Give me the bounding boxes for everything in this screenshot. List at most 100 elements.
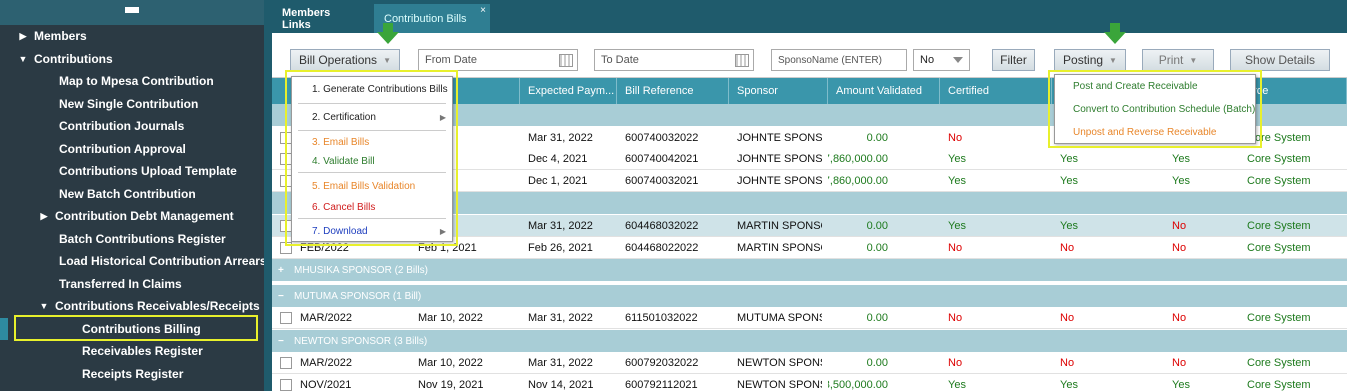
cell-source: Core System	[1247, 175, 1311, 187]
sidebar-item-new-batch-contribution[interactable]: New Batch Contribution	[0, 183, 264, 205]
sidebar-item-debt-management[interactable]: ▶ Contribution Debt Management	[0, 205, 264, 227]
button-label: Filter	[1000, 53, 1027, 67]
column-header-expected-payment[interactable]: Expected Paym...	[520, 78, 617, 104]
cell-ref: 600740042021	[625, 153, 699, 165]
sidebar-item-label: Transferred In Claims	[59, 277, 182, 291]
chevron-down-icon: ▼	[1189, 55, 1198, 65]
menu-toggle-button[interactable]	[0, 0, 264, 25]
sidebar-item-contributions[interactable]: ▼ Contributions	[0, 48, 264, 70]
group-label: MHUSIKA SPONSOR (2 Bills)	[294, 264, 428, 276]
row-checkbox[interactable]	[280, 357, 292, 369]
button-label: Print	[1158, 53, 1184, 67]
sidebar-item-members[interactable]: ▶ Members	[0, 25, 264, 47]
group-row-mutuma[interactable]: − MUTUMA SPONSOR (1 Bill)	[272, 285, 1347, 307]
cell-expected: Feb 26, 2021	[528, 242, 593, 254]
highlight-box	[1048, 70, 1262, 148]
sidebar-item-historical-arrears[interactable]: Load Historical Contribution Arrears	[0, 250, 267, 272]
sidebar-item-label: New Single Contribution	[59, 97, 199, 111]
cell-certified: No	[948, 132, 963, 144]
sidebar-item-map-to-mpesa[interactable]: Map to Mpesa Contribution	[0, 70, 264, 92]
tab-members-links[interactable]: Members Links	[272, 4, 372, 33]
cell-c8: Yes	[1060, 175, 1078, 187]
collapse-icon[interactable]: −	[278, 291, 288, 302]
sidebar-item-label: Contributions	[34, 52, 113, 66]
cell-source: Core System	[1247, 132, 1311, 144]
sidebar-item-transferred-in-claims[interactable]: Transferred In Claims	[0, 273, 264, 295]
column-header-sponsor[interactable]: Sponsor	[729, 78, 828, 104]
sidebar: ▶ Members ▼ Contributions Map to Mpesa C…	[0, 0, 267, 391]
to-date-input[interactable]: To Date	[594, 49, 754, 71]
sponsor-name-input[interactable]: SponsoName (ENTER)	[771, 49, 907, 71]
posting-button[interactable]: Posting ▼	[1054, 49, 1126, 71]
tab-bar: Members Links Contribution Bills ×	[272, 0, 1347, 33]
table-row[interactable]: NOV/2021 Nov 19, 2021 Nov 14, 2021 60079211…	[272, 374, 1347, 391]
sidebar-item-receipts-register[interactable]: Receipts Register	[0, 363, 264, 385]
calendar-icon[interactable]	[559, 54, 573, 67]
app-window: ▶ Members ▼ Contributions Map to Mpesa C…	[0, 0, 1347, 391]
bill-operations-button[interactable]: Bill Operations ▼	[290, 49, 400, 71]
sidebar-item-new-single-contribution[interactable]: New Single Contribution	[0, 93, 264, 115]
print-button[interactable]: Print ▼	[1142, 49, 1214, 71]
sidebar-item-label: Contributions Receivables/Receipts	[55, 299, 260, 313]
group-row-mhusika[interactable]: + MHUSIKA SPONSOR (2 Bills)	[272, 259, 1347, 281]
sidebar-item-receivables-register[interactable]: Receivables Register	[0, 340, 264, 362]
column-header-bill-reference[interactable]: Bill Reference	[617, 78, 729, 104]
cell-expected: Dec 1, 2021	[528, 175, 588, 187]
expand-icon[interactable]: +	[278, 265, 288, 276]
sidebar-item-contribution-approval[interactable]: Contribution Approval	[0, 138, 264, 160]
chevron-down-icon: ▼	[383, 55, 391, 65]
cell-c9: No	[1172, 312, 1187, 324]
calendar-icon[interactable]	[735, 54, 749, 67]
table-row[interactable]: MAR/2022 Mar 10, 2022 Mar 31, 2022 60079203…	[272, 352, 1347, 374]
select-value: No	[920, 54, 935, 66]
cell-sponsor: MARTIN SPONSO	[737, 242, 822, 254]
column-header-certified[interactable]: Certified	[940, 78, 1052, 104]
sidebar-item-label: Map to Mpesa Contribution	[59, 74, 214, 88]
close-icon[interactable]: ×	[480, 5, 486, 16]
cell-sponsor: JOHNTE SPONSO	[737, 132, 822, 144]
sidebar-splitter[interactable]	[264, 0, 272, 391]
collapse-icon[interactable]: −	[278, 336, 288, 347]
chevron-down-icon: ▼	[1109, 55, 1117, 65]
placeholder-text: To Date	[601, 54, 639, 66]
row-checkbox[interactable]	[280, 379, 292, 391]
cell-sponsor: NEWTON SPONSO	[737, 379, 822, 391]
cell-amount: 0.00	[866, 220, 888, 232]
cell-c9: No	[1172, 220, 1187, 232]
table-row[interactable]: MAR/2022 Mar 10, 2022 Mar 31, 2022 61150103…	[272, 307, 1347, 329]
filter-button[interactable]: Filter	[992, 49, 1035, 71]
cell-ref: 604468032022	[625, 220, 699, 232]
row-checkbox[interactable]	[280, 312, 292, 324]
show-details-button[interactable]: Show Details	[1230, 49, 1330, 71]
column-header-amount-validated[interactable]: Amount Validated	[828, 78, 940, 104]
tab-label: Members Links	[282, 6, 331, 31]
from-date-input[interactable]: From Date	[418, 49, 578, 71]
highlight-box	[285, 70, 458, 246]
cell-source: Core System	[1247, 357, 1311, 369]
cell-c9: Yes	[1172, 153, 1190, 165]
sidebar-item-batch-register[interactable]: Batch Contributions Register	[0, 228, 264, 250]
column-header-label: Certified	[948, 85, 989, 97]
cell-sponsor: NEWTON SPONSO	[737, 357, 822, 369]
certified-select[interactable]: No	[913, 49, 970, 71]
cell-c8: No	[1060, 242, 1075, 254]
collapse-arrow-icon: ▼	[39, 301, 49, 311]
sidebar-item-label: Contribution Debt Management	[55, 209, 234, 223]
placeholder-text: SponsoName (ENTER)	[778, 54, 882, 66]
cell-certified: No	[948, 242, 963, 254]
cell-c8: Yes	[1060, 379, 1078, 391]
sidebar-item-receivables-receipts[interactable]: ▼ Contributions Receivables/Receipts	[0, 295, 264, 317]
collapse-arrow-icon: ▼	[18, 54, 28, 64]
sidebar-item-label: Contributions Upload Template	[59, 164, 237, 178]
cell-source: Core System	[1247, 220, 1311, 232]
cell-expected: Nov 14, 2021	[528, 379, 594, 391]
column-header-label: Sponsor	[737, 85, 778, 97]
cell-amount: 0.00	[866, 312, 888, 324]
cell-amount: 13,500,000.00	[828, 379, 888, 391]
sidebar-item-contribution-journals[interactable]: Contribution Journals	[0, 115, 264, 137]
cell-date: Mar 10, 2022	[418, 357, 483, 369]
sidebar-item-upload-template[interactable]: Contributions Upload Template	[0, 160, 264, 182]
cell-period: MAR/2022	[300, 357, 352, 369]
group-row-newton[interactable]: − NEWTON SPONSOR (3 Bills)	[272, 330, 1347, 352]
cell-ref: 604468022022	[625, 242, 699, 254]
